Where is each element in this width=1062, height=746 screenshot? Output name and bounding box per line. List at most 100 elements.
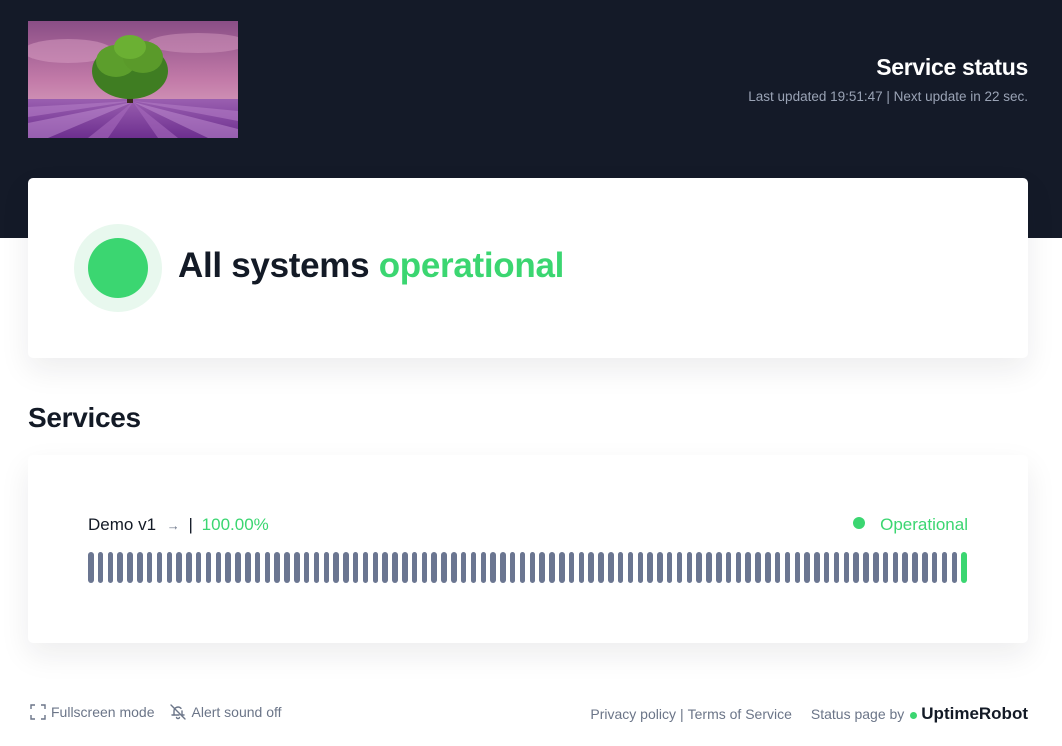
uptime-bar[interactable] — [647, 552, 653, 583]
uptime-bar[interactable] — [372, 552, 379, 583]
uptime-bar[interactable] — [402, 552, 408, 583]
service-name[interactable]: Demo v1 — [88, 515, 156, 534]
uptime-bar[interactable] — [460, 552, 467, 583]
uptime-bar[interactable] — [853, 552, 859, 583]
uptime-bar[interactable] — [421, 552, 428, 583]
uptime-bar[interactable] — [598, 552, 604, 583]
uptime-bar[interactable] — [725, 552, 732, 583]
uptime-bar[interactable] — [451, 552, 457, 583]
fullscreen-toggle[interactable]: Fullscreen mode — [30, 704, 155, 720]
uptime-bar[interactable] — [559, 552, 565, 583]
uptime-bar[interactable] — [578, 552, 585, 583]
uptime-bar[interactable] — [323, 552, 329, 583]
uptime-bar[interactable] — [303, 552, 310, 583]
uptime-bar[interactable] — [657, 552, 663, 583]
uptime-bar[interactable] — [627, 552, 634, 583]
uptime-bar[interactable] — [313, 552, 320, 583]
uptime-bar[interactable] — [490, 552, 496, 583]
uptime-bar[interactable] — [568, 552, 575, 583]
uptime-bar[interactable] — [529, 552, 536, 583]
uptime-bar[interactable] — [88, 552, 94, 583]
uptime-bar[interactable] — [784, 552, 791, 583]
uptime-bar[interactable] — [97, 552, 104, 583]
privacy-policy-link[interactable]: Privacy policy — [590, 706, 676, 722]
uptime-bar[interactable] — [823, 552, 830, 583]
uptime-bar[interactable] — [843, 552, 850, 583]
uptime-bar[interactable] — [127, 552, 133, 583]
uptime-bar[interactable] — [931, 552, 938, 583]
uptime-bar[interactable] — [696, 552, 702, 583]
uptime-bar[interactable] — [215, 552, 222, 583]
uptime-bar[interactable] — [382, 552, 388, 583]
uptime-bar[interactable] — [774, 552, 781, 583]
uptime-bar[interactable] — [706, 552, 712, 583]
uptime-bar[interactable] — [735, 552, 742, 583]
uptime-bar[interactable] — [755, 552, 761, 583]
uptime-bar[interactable] — [922, 552, 928, 583]
uptime-bar[interactable] — [676, 552, 683, 583]
uptime-bar[interactable] — [480, 552, 486, 583]
uptime-bar[interactable] — [873, 552, 879, 583]
uptime-bar[interactable] — [637, 552, 643, 583]
uptime-bar[interactable] — [882, 552, 889, 583]
uptime-bar[interactable] — [539, 552, 545, 583]
uptime-bar[interactable] — [264, 552, 271, 583]
uptime-bar[interactable] — [608, 552, 614, 583]
uptime-bar[interactable] — [814, 552, 820, 583]
powered-by[interactable]: Status page by UptimeRobot — [811, 704, 1028, 724]
uptime-bar[interactable] — [245, 552, 251, 583]
uptime-bar[interactable] — [863, 552, 869, 583]
uptime-bar[interactable] — [274, 552, 280, 583]
uptime-bar[interactable] — [254, 552, 261, 583]
uptime-bar[interactable] — [961, 552, 967, 583]
uptime-bar[interactable] — [912, 552, 918, 583]
uptime-bar[interactable] — [833, 552, 840, 583]
uptime-bar[interactable] — [294, 552, 300, 583]
uptime-bar[interactable] — [617, 552, 624, 583]
uptime-bar[interactable] — [235, 552, 241, 583]
uptime-bar[interactable] — [509, 552, 516, 583]
uptime-bar[interactable] — [284, 552, 290, 583]
uptime-bar[interactable] — [716, 552, 722, 583]
uptime-bar[interactable] — [186, 552, 192, 583]
uptime-bar[interactable] — [392, 552, 398, 583]
company-logo[interactable] — [28, 21, 238, 138]
uptime-bar[interactable] — [804, 552, 810, 583]
uptime-bar[interactable] — [352, 552, 359, 583]
uptime-bar[interactable] — [205, 552, 212, 583]
service-status: Operational — [853, 515, 968, 535]
terms-of-service-link[interactable]: Terms of Service — [688, 706, 792, 722]
uptime-bar[interactable] — [117, 552, 123, 583]
uptime-bar[interactable] — [431, 552, 437, 583]
alert-sound-toggle[interactable]: Alert sound off — [169, 703, 282, 721]
uptime-bar[interactable] — [176, 552, 182, 583]
fullscreen-icon — [30, 704, 46, 720]
uptime-bar[interactable] — [902, 552, 908, 583]
uptime-bar[interactable] — [362, 552, 369, 583]
uptime-bar[interactable] — [892, 552, 899, 583]
uptime-bar[interactable] — [500, 552, 506, 583]
uptime-bar[interactable] — [146, 552, 153, 583]
uptime-bar[interactable] — [441, 552, 447, 583]
arrow-right-icon[interactable]: → — [167, 518, 180, 533]
uptime-bar[interactable] — [745, 552, 751, 583]
uptime-bar[interactable] — [686, 552, 693, 583]
uptime-bar[interactable] — [951, 552, 957, 583]
uptime-bar[interactable] — [666, 552, 673, 583]
uptime-bar[interactable] — [941, 552, 948, 583]
uptime-bar[interactable] — [225, 552, 231, 583]
uptime-bar[interactable] — [166, 552, 172, 583]
uptime-bar[interactable] — [794, 552, 800, 583]
uptime-bar[interactable] — [470, 552, 477, 583]
uptime-bar[interactable] — [411, 552, 418, 583]
uptime-bar[interactable] — [195, 552, 202, 583]
uptime-bar[interactable] — [549, 552, 555, 583]
uptime-bar[interactable] — [588, 552, 594, 583]
uptime-bar[interactable] — [107, 552, 114, 583]
uptime-bar[interactable] — [156, 552, 163, 583]
uptime-bar[interactable] — [137, 552, 143, 583]
uptime-bar[interactable] — [333, 552, 339, 583]
uptime-bar[interactable] — [519, 552, 526, 583]
uptime-bar[interactable] — [343, 552, 349, 583]
uptime-bar[interactable] — [765, 552, 771, 583]
